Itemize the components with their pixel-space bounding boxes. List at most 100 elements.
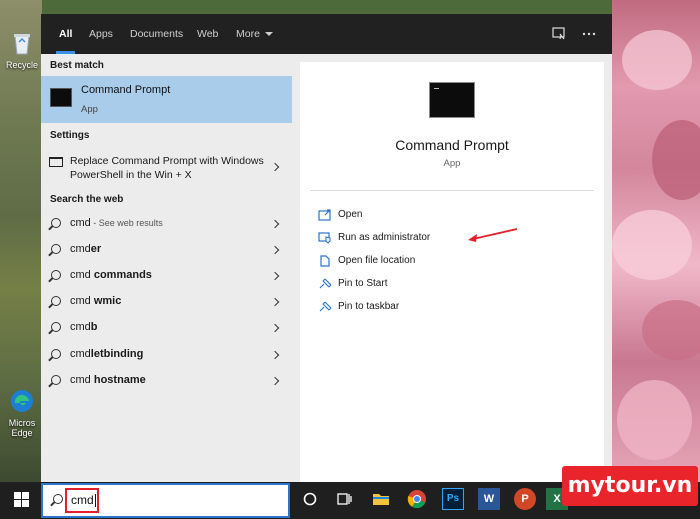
taskbar-search-box[interactable]: cmd — [41, 483, 290, 518]
web-result-item[interactable]: cmd - See web results — [41, 212, 292, 238]
tab-more-label: More — [236, 28, 260, 40]
more-options-icon[interactable] — [581, 26, 597, 42]
web-result-item[interactable]: cmder — [41, 238, 292, 264]
chevron-right-icon — [270, 271, 280, 281]
action-label: Open — [338, 209, 363, 220]
open-icon — [318, 209, 331, 221]
action-run-as-administrator[interactable]: Run as administrator — [300, 228, 604, 250]
web-result-label: cmdb — [70, 321, 98, 333]
web-result-item[interactable]: cmd wmic — [41, 290, 292, 316]
action-pin-to-start[interactable]: Pin to Start — [300, 274, 604, 296]
search-icon — [51, 375, 61, 385]
desktop-icon-edge[interactable]: Micros Edge — [4, 388, 40, 438]
tab-all[interactable]: All — [55, 14, 76, 54]
file-explorer-icon[interactable] — [370, 488, 392, 510]
search-icon — [51, 270, 61, 280]
web-result-bold: er — [90, 243, 102, 255]
search-icon — [51, 349, 61, 359]
action-label: Pin to taskbar — [338, 301, 400, 312]
edge-icon — [11, 390, 33, 412]
web-result-item[interactable]: cmdletbinding — [41, 343, 292, 369]
web-result-label: cmder — [70, 243, 101, 255]
search-input[interactable]: cmd — [65, 488, 99, 513]
web-result-sub: - See web results — [90, 218, 163, 228]
tab-apps[interactable]: Apps — [89, 14, 113, 54]
desktop-icon-recycle-bin[interactable]: Recycle — [4, 30, 40, 70]
shield-icon — [318, 232, 331, 244]
web-result-item[interactable]: cmd hostname — [41, 369, 292, 395]
desktop-icon-label: Micros Edge — [8, 418, 36, 438]
chevron-right-icon — [270, 376, 280, 386]
tab-documents[interactable]: Documents — [130, 14, 183, 54]
web-result-label: cmdletbinding — [70, 348, 143, 360]
settings-monitor-icon — [49, 157, 63, 167]
chevron-right-icon — [270, 219, 280, 229]
web-result-prefix: cmd — [70, 321, 91, 333]
annotation-arrow-icon — [468, 228, 518, 242]
chevron-down-icon — [264, 32, 273, 37]
section-title-best-match: Best match — [50, 60, 104, 71]
web-result-prefix: cmd — [70, 295, 94, 307]
results-pane: Best match Command Prompt App Settings R… — [41, 54, 292, 482]
settings-item-replace-cmd[interactable]: Replace Command Prompt with Windows Powe… — [41, 150, 292, 188]
action-label: Run as administrator — [338, 232, 431, 243]
cortana-icon[interactable] — [299, 488, 321, 510]
photoshop-icon[interactable]: Ps — [442, 488, 464, 510]
web-result-prefix: cmd — [70, 348, 91, 360]
action-open-file-location[interactable]: Open file location — [300, 251, 604, 273]
web-result-prefix: cmd — [70, 269, 94, 281]
command-prompt-icon — [429, 82, 475, 118]
feedback-icon[interactable] — [551, 26, 567, 42]
details-app-kind: App — [443, 158, 461, 169]
chevron-right-icon — [270, 297, 280, 307]
action-open[interactable]: Open — [300, 205, 604, 227]
section-title-settings: Settings — [50, 130, 90, 141]
action-pin-to-taskbar[interactable]: Pin to taskbar — [300, 297, 604, 319]
best-match-command-prompt[interactable]: Command Prompt App — [41, 76, 292, 123]
web-result-item[interactable]: cmdb — [41, 316, 292, 342]
section-title-search-web: Search the web — [50, 194, 124, 205]
web-result-bold: hostname — [93, 374, 146, 386]
chevron-right-icon — [270, 245, 280, 255]
windows-start-icon[interactable] — [14, 492, 30, 508]
chrome-icon[interactable] — [406, 488, 428, 510]
web-result-bold: commands — [93, 269, 152, 281]
web-result-label: cmd hostname — [70, 374, 146, 386]
divider — [310, 190, 594, 191]
search-icon — [51, 218, 61, 228]
search-icon — [53, 494, 63, 504]
filter-tab-bar: All Apps Documents Web More — [41, 14, 612, 54]
web-result-label: cmd - See web results — [70, 217, 163, 229]
web-result-bold: b — [90, 321, 98, 333]
recycle-bin-icon — [14, 34, 30, 55]
web-result-item[interactable]: cmd commands — [41, 264, 292, 290]
best-match-kind: App — [81, 104, 98, 115]
chevron-right-icon — [270, 323, 280, 333]
best-match-name: Command Prompt — [81, 84, 171, 96]
pin-icon — [319, 278, 332, 289]
details-pane: Command Prompt App Open Run as administr… — [300, 62, 604, 482]
settings-item-label: Replace Command Prompt with Windows Powe… — [70, 155, 264, 181]
pin-icon — [319, 301, 332, 312]
search-icon — [51, 322, 61, 332]
tab-web[interactable]: Web — [197, 14, 218, 54]
powerpoint-icon[interactable]: P — [514, 488, 536, 510]
watermark-logo: mytour.vn — [562, 466, 698, 506]
tab-more[interactable]: More — [236, 14, 273, 54]
details-app-title: Command Prompt — [395, 137, 509, 153]
web-result-label: cmd wmic — [70, 295, 121, 307]
web-result-prefix: cmd — [70, 243, 91, 255]
word-icon[interactable]: W — [478, 488, 500, 510]
action-label: Pin to Start — [338, 278, 388, 289]
desktop-icon-label: Recycle — [5, 60, 38, 70]
web-result-prefix: cmd — [70, 217, 91, 229]
search-input-value: cmd — [71, 493, 94, 507]
search-panel: All Apps Documents Web More Best match C… — [41, 14, 612, 482]
action-label: Open file location — [338, 255, 416, 266]
web-result-label: cmd commands — [70, 269, 152, 281]
file-location-icon — [320, 255, 330, 267]
task-view-icon[interactable] — [333, 488, 355, 510]
search-icon — [51, 296, 61, 306]
command-prompt-icon — [50, 88, 72, 107]
text-cursor — [94, 494, 96, 508]
